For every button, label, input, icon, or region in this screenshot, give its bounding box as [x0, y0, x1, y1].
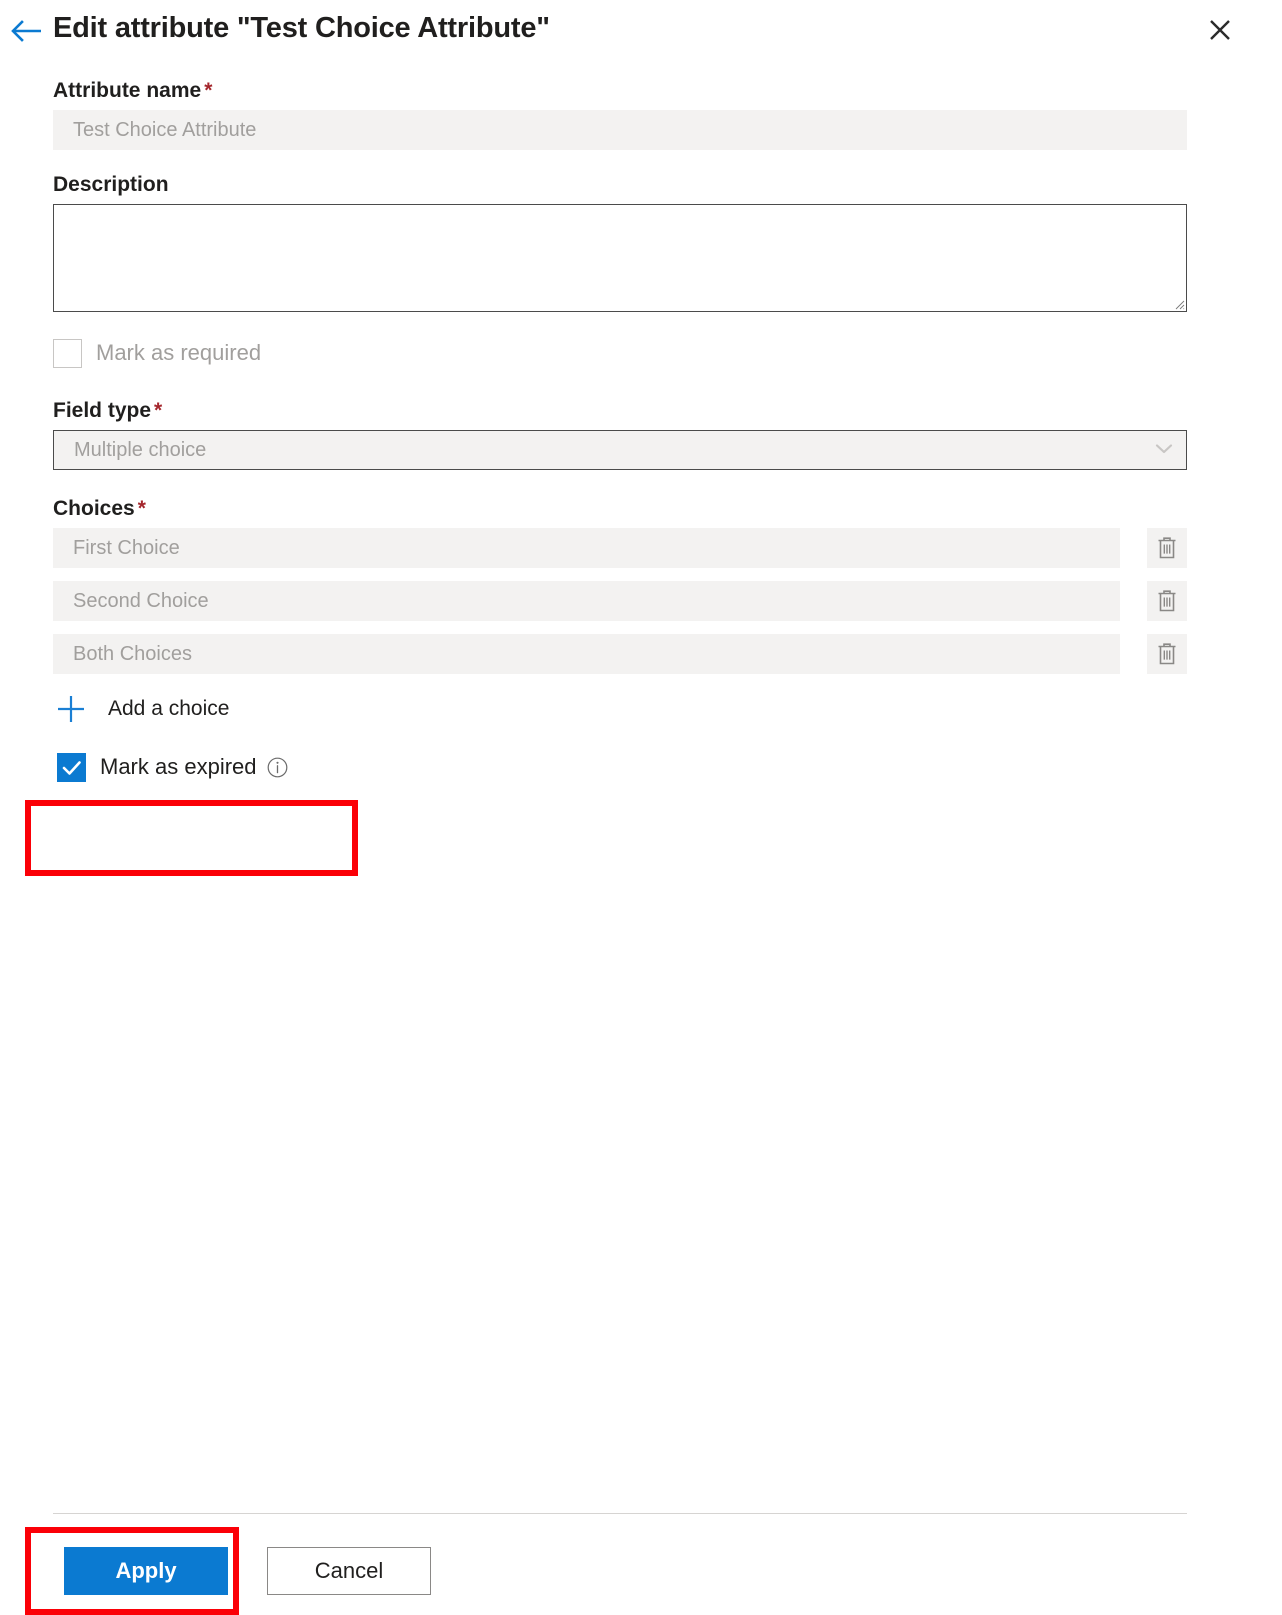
highlight-box-mark-as-expired: [25, 800, 358, 876]
apply-button[interactable]: Apply: [64, 1547, 228, 1595]
required-asterisk: *: [154, 399, 163, 422]
checkmark-icon: [62, 760, 81, 775]
footer-separator: [53, 1513, 1187, 1514]
mark-as-required-label: Mark as required: [96, 340, 262, 365]
add-choice-button[interactable]: Add a choice: [53, 691, 283, 727]
mark-as-expired-label: Mark as expired: [100, 754, 257, 779]
close-icon[interactable]: [1200, 10, 1240, 50]
attribute-name-label-text: Attribute name: [53, 79, 202, 102]
back-arrow-icon[interactable]: [10, 16, 44, 46]
choice-input-2[interactable]: [53, 581, 1121, 621]
trash-icon: [1158, 643, 1176, 665]
required-asterisk: *: [204, 79, 213, 102]
choice-input-1[interactable]: [53, 528, 1121, 568]
mark-as-required-checkbox[interactable]: [53, 338, 82, 368]
attribute-name-label: Attribute name *: [53, 78, 1187, 104]
description-wrapper: [53, 204, 1187, 312]
page-title: Edit attribute "Test Choice Attribute": [53, 12, 550, 44]
choice-row: [53, 528, 1187, 568]
plus-icon: [58, 696, 84, 722]
choice-row: [53, 581, 1187, 621]
mark-as-expired-row[interactable]: Mark as expired: [57, 752, 1187, 782]
choice-row: [53, 634, 1187, 674]
cancel-button[interactable]: Cancel: [267, 1547, 431, 1595]
field-type-label-text: Field type: [53, 399, 152, 422]
delete-choice-button-1[interactable]: [1147, 528, 1187, 568]
field-type-select[interactable]: Multiple choice: [53, 430, 1187, 470]
delete-choice-button-3[interactable]: [1147, 634, 1187, 674]
mark-as-expired-checkbox[interactable]: [57, 752, 86, 782]
footer-actions: Apply Cancel: [64, 1547, 431, 1595]
trash-icon: [1158, 590, 1176, 612]
trash-icon: [1158, 537, 1176, 559]
required-asterisk: *: [137, 497, 146, 520]
field-type-label: Field type *: [53, 398, 1187, 424]
add-choice-label: Add a choice: [108, 697, 230, 720]
info-icon[interactable]: [267, 757, 288, 778]
choices-label: Choices *: [53, 496, 1187, 522]
choices-label-text: Choices: [53, 497, 135, 520]
attribute-name-input[interactable]: [53, 110, 1187, 150]
edit-attribute-form: Attribute name* Description Mark as requ…: [53, 78, 1187, 782]
delete-choice-button-2[interactable]: [1147, 581, 1187, 621]
field-type-select-wrapper: Multiple choice: [53, 430, 1187, 470]
choice-input-3[interactable]: [53, 634, 1121, 674]
panel-header: Edit attribute "Test Choice Attribute": [0, 0, 1282, 62]
description-label: Description: [53, 173, 169, 196]
field-type-selected-value: Multiple choice: [74, 438, 207, 461]
description-textarea[interactable]: [53, 204, 1187, 312]
mark-as-required-row[interactable]: Mark as required: [53, 338, 1187, 368]
